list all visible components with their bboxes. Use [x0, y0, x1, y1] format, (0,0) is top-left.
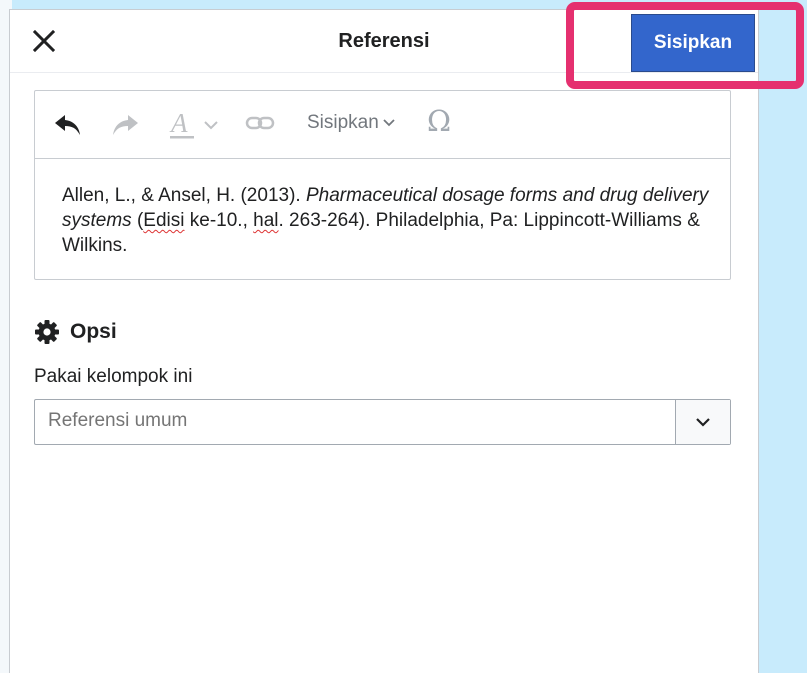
link-icon [245, 116, 275, 130]
insert-menu[interactable]: Sisipkan [307, 112, 396, 134]
editor-toolbar: A Sisipkan Ω [35, 91, 730, 159]
undo-button[interactable] [53, 113, 83, 137]
redo-icon [113, 115, 138, 135]
citation-text[interactable]: Allen, L., & Ansel, H. (2013). Pharmaceu… [62, 183, 712, 258]
chevron-down-icon [696, 418, 710, 427]
omega-icon: Ω [427, 104, 452, 138]
options-heading-label: Opsi [70, 320, 117, 343]
spell-error-word: Edisi [143, 210, 185, 231]
svg-text:A: A [169, 109, 188, 138]
options-heading: Opsi [34, 319, 117, 345]
citation-editor: A Sisipkan Ω Allen, L., & Ansel, H. (201… [34, 90, 731, 280]
redo-button[interactable] [110, 113, 140, 137]
group-input[interactable] [48, 410, 648, 432]
special-character-button[interactable]: Ω [427, 104, 451, 138]
text-style-button[interactable]: A [169, 109, 219, 141]
group-dropdown-button[interactable] [675, 400, 730, 444]
gear-icon [35, 320, 59, 344]
highlight-box [566, 2, 804, 89]
group-combobox[interactable] [34, 399, 731, 445]
chevron-down-icon [204, 121, 218, 130]
spell-error-word: hal [253, 210, 279, 231]
reference-dialog: Referensi A Sisipkan Ω Allen, L., & Anse… [10, 10, 758, 673]
undo-icon [55, 115, 80, 135]
group-label: Pakai kelompok ini [34, 366, 193, 387]
text-style-icon: A [169, 109, 194, 139]
insert-menu-label: Sisipkan [307, 112, 379, 133]
chevron-down-icon [383, 119, 395, 127]
link-button[interactable] [245, 113, 275, 133]
